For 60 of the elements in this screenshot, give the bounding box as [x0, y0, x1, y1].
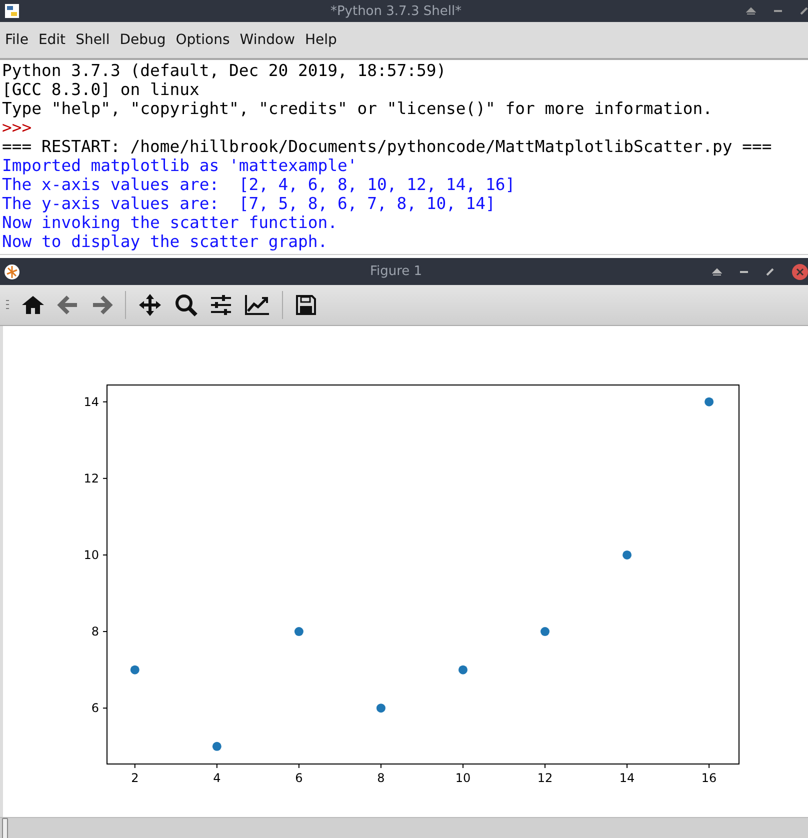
figure-app-icon — [4, 264, 20, 280]
shell-line: Now invoking the scatter function. — [2, 213, 339, 232]
menu-item[interactable]: Edit — [33, 32, 71, 48]
shell-line: Type "help", "copyright", "credits" or "license()" for more information. — [2, 99, 714, 118]
menu-item[interactable]: File — [0, 32, 34, 48]
axis-tick-label: 6 — [295, 771, 303, 785]
tick-mark — [102, 708, 108, 709]
python-logo-icon — [4, 3, 20, 19]
shell-line: Python 3.7.3 (default, Dec 20 2019, 18:57:59) — [2, 61, 448, 80]
shade-icon[interactable] — [712, 268, 722, 276]
axis-tick-label: 14 — [84, 394, 99, 409]
shell-line: Now to display the scatter graph. — [2, 232, 329, 251]
menu-item[interactable]: Options — [170, 32, 235, 48]
axis-tick-label: 10 — [84, 548, 99, 562]
axis-tick-label: 6 — [91, 701, 99, 716]
axis-tick-label: 12 — [537, 771, 553, 785]
shell-line: Imported matplotlib as 'mattexample' — [2, 156, 358, 175]
shell-line: === RESTART: /home/hillbrook/Documents/pythoncode/MattMatplotlibScatter.py === — [2, 137, 773, 156]
shell-line: [GCC 8.3.0] on linux — [2, 80, 200, 99]
tick-mark — [102, 554, 108, 556]
tick-mark — [298, 764, 300, 768]
shell-line: >>> — [2, 118, 33, 137]
axis-tick-label: 10 — [455, 771, 471, 785]
tick-mark — [102, 478, 108, 479]
resize-handle[interactable] — [2, 818, 8, 838]
shell-line: The x-axis values are: [2, 4, 6, 8, 10, 12, 14, 16] — [2, 175, 516, 194]
tick-mark — [708, 764, 710, 768]
tick-mark — [102, 631, 108, 632]
tick-mark — [216, 764, 218, 768]
menu-item[interactable]: Debug — [114, 32, 171, 48]
axis-tick-label: 8 — [91, 624, 99, 639]
forward-arrow-icon[interactable] — [91, 295, 113, 315]
window-title: *Python 3.7.3 Shell* — [329, 4, 463, 18]
menu-item[interactable]: Help — [300, 32, 342, 48]
axis-tick-label: 12 — [84, 471, 99, 486]
shade-icon[interactable] — [746, 7, 756, 15]
save-icon[interactable] — [295, 294, 317, 316]
menu-item[interactable]: Shell — [70, 32, 115, 48]
tick-mark — [380, 764, 382, 768]
minimize-icon[interactable] — [740, 270, 748, 272]
window-title: Figure 1 — [368, 264, 424, 279]
sliders-icon[interactable] — [210, 294, 232, 316]
axis-tick-label: 4 — [213, 771, 221, 785]
menu-item[interactable]: Window — [234, 32, 300, 48]
tick-mark — [134, 764, 136, 768]
axis-tick-label: 8 — [377, 771, 385, 785]
tick-mark — [462, 764, 464, 768]
home-icon[interactable] — [21, 294, 45, 316]
tick-mark — [626, 764, 628, 768]
move-icon[interactable] — [138, 293, 162, 317]
close-icon[interactable] — [792, 264, 808, 280]
axis-tick-label: 16 — [701, 771, 717, 785]
tick-mark — [544, 764, 546, 768]
search-icon[interactable] — [174, 293, 198, 317]
axis-tick-label: 14 — [619, 771, 635, 785]
back-arrow-icon[interactable] — [57, 295, 79, 315]
tick-mark — [102, 401, 108, 402]
axis-tick-label: 2 — [131, 771, 139, 785]
line-chart-icon[interactable] — [244, 294, 270, 316]
shell-line: The y-axis values are: [7, 5, 8, 6, 7, 8, 10, 14] — [2, 194, 496, 213]
